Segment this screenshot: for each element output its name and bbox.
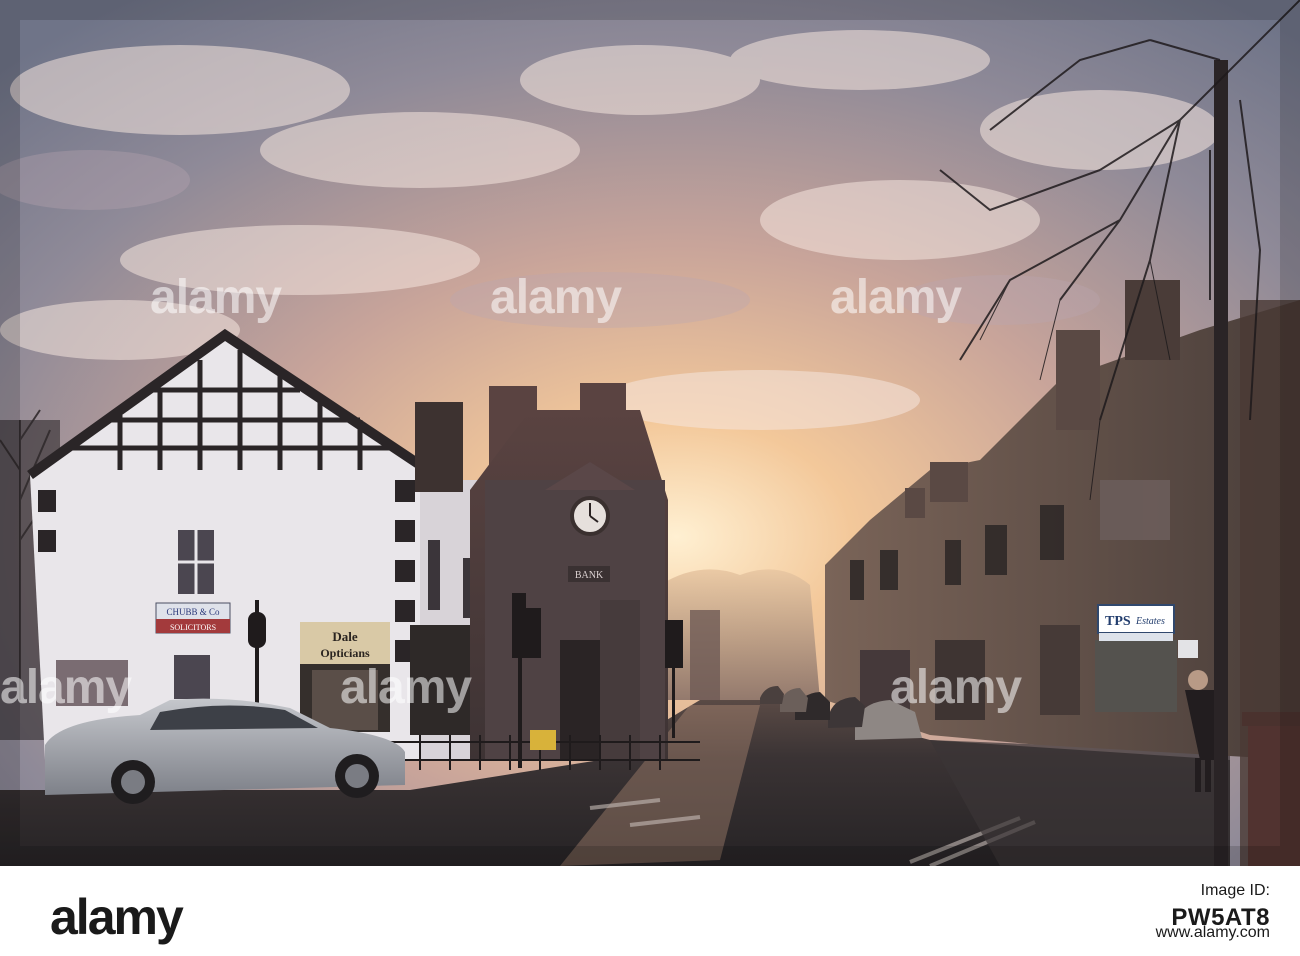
watermark-text: alamy (830, 271, 962, 324)
watermark-text: alamy (490, 271, 622, 324)
image-id-label: Image ID: (1200, 882, 1270, 899)
street-photo: CHUBB & Co SOLICITORS Dale Opticians BAN… (0, 0, 1300, 866)
opticians-line1: Dale (332, 629, 358, 644)
estates-word: Estates (1135, 616, 1165, 627)
roadwork-sign (530, 730, 556, 750)
watermark-text: alamy (150, 271, 282, 324)
watermark-text: alamy (340, 661, 472, 714)
alamy-logo: alamy (50, 889, 184, 945)
estates-sign: TPS Estates (1097, 604, 1175, 641)
solicitors-name: CHUBB & Co (166, 607, 220, 617)
bank-sign: BANK (575, 570, 604, 581)
alamy-url: www.alamy.com (1155, 924, 1270, 941)
watermark-footer: alamy Image ID: PW5AT8 www.alamy.com (0, 866, 1300, 956)
small-sign (1178, 640, 1198, 658)
solicitors-sub: SOLICITORS (170, 623, 216, 632)
street-scene: CHUBB & Co SOLICITORS Dale Opticians BAN… (0, 0, 1300, 866)
lamp-post (1214, 60, 1228, 866)
opticians-line2: Opticians (320, 646, 370, 660)
solicitors-sign: CHUBB & Co SOLICITORS (155, 602, 231, 634)
estates-brand: TPS (1105, 614, 1131, 629)
watermark-text: alamy (890, 661, 1022, 714)
watermark-text: alamy (0, 661, 132, 714)
